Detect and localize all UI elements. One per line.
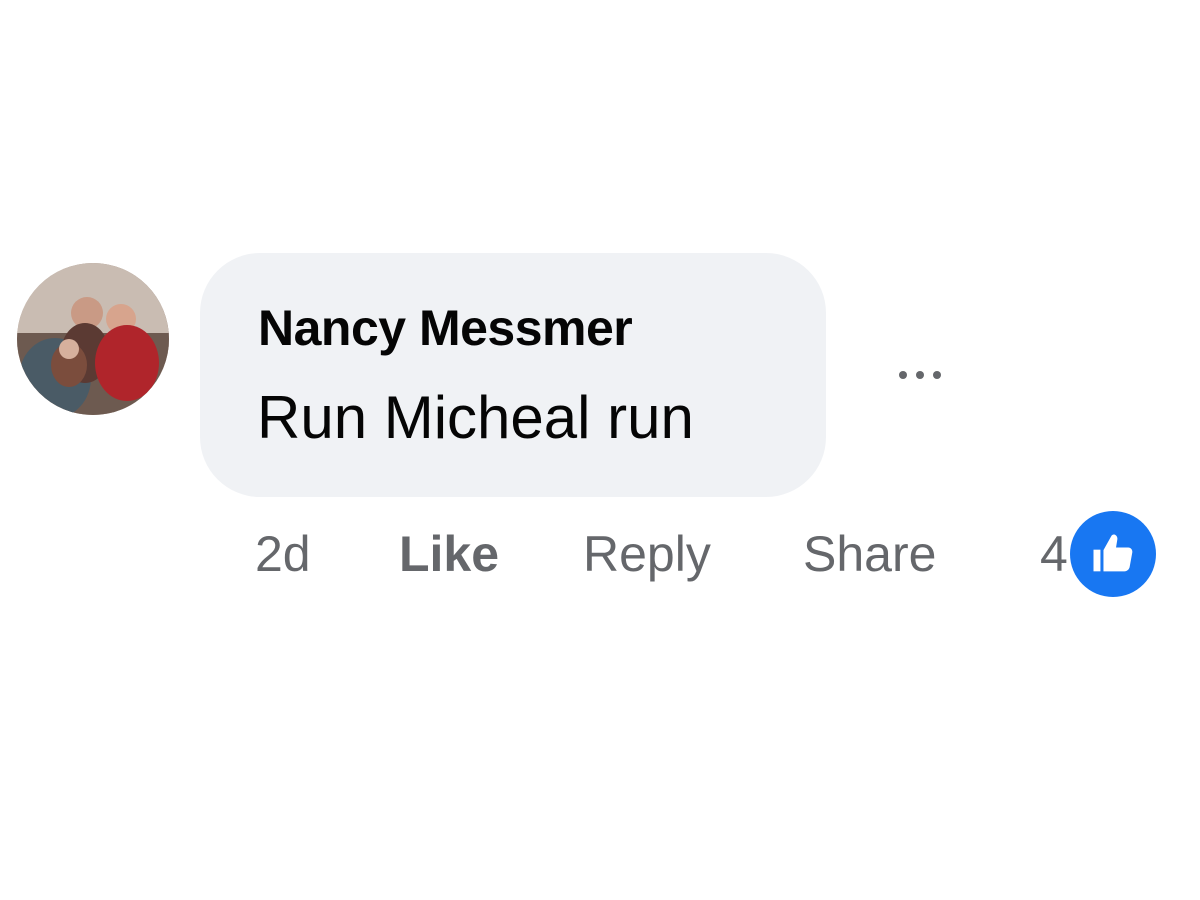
comment-timestamp[interactable]: 2d xyxy=(255,525,311,583)
comment-bubble: Nancy Messmer Run Micheal run xyxy=(200,253,826,497)
thumbs-up-icon xyxy=(1069,511,1156,597)
avatar[interactable] xyxy=(17,263,169,415)
like-button[interactable]: Like xyxy=(399,525,499,583)
reaction-summary[interactable]: 4 xyxy=(1040,510,1156,598)
share-button[interactable]: Share xyxy=(803,525,936,583)
more-options-dot xyxy=(899,371,907,379)
avatar-photo xyxy=(17,263,169,415)
comment-author-name[interactable]: Nancy Messmer xyxy=(258,299,633,357)
reply-button[interactable]: Reply xyxy=(583,525,711,583)
comment-text: Run Micheal run xyxy=(257,384,694,451)
reaction-count: 4 xyxy=(1040,526,1068,582)
more-options-icon[interactable] xyxy=(880,350,960,400)
more-options-dot xyxy=(916,371,924,379)
more-options-dot xyxy=(933,371,941,379)
